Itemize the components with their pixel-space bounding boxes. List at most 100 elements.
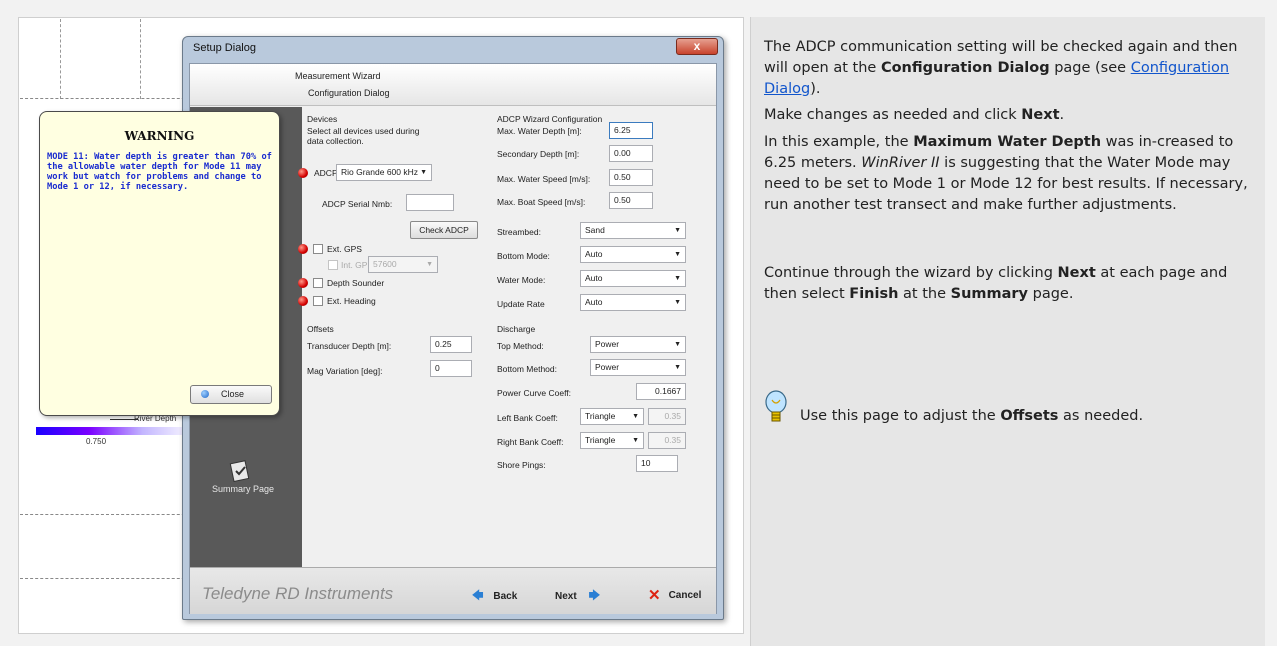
back-button[interactable]: 🡄 Back bbox=[472, 587, 517, 606]
grid-line bbox=[20, 98, 200, 99]
text-bold: Summary bbox=[950, 286, 1028, 302]
text-bold: Finish bbox=[849, 286, 899, 302]
streambed-select[interactable]: Sand ▼ bbox=[580, 222, 686, 239]
streambed-value: Sand bbox=[585, 225, 605, 235]
gps-baud-value: 57600 bbox=[373, 259, 397, 269]
bottom-mode-label: Bottom Mode: bbox=[497, 251, 550, 261]
window-close-button[interactable]: x bbox=[676, 38, 718, 55]
paragraph-continue: Continue through the wizard by clicking … bbox=[764, 263, 1255, 305]
wizard-config-heading: ADCP Wizard Configuration bbox=[497, 114, 603, 124]
boat-speed-input[interactable]: 0.50 bbox=[609, 192, 653, 209]
check-adcp-button[interactable]: Check ADCP bbox=[410, 221, 478, 239]
mag-variation-input[interactable]: 0 bbox=[430, 360, 472, 377]
wizard-title: Measurement Wizard bbox=[295, 71, 381, 81]
left-bank-label: Left Bank Coeff: bbox=[497, 413, 558, 423]
devices-heading: Devices bbox=[307, 114, 338, 124]
next-button[interactable]: Next 🡆 bbox=[555, 587, 600, 606]
text-run: page (see bbox=[1049, 60, 1131, 76]
water-mode-select[interactable]: Auto ▼ bbox=[580, 270, 686, 287]
text-run: Make changes as needed and click bbox=[764, 107, 1022, 123]
paragraph-intro: The ADCP communication setting will be c… bbox=[764, 37, 1255, 100]
back-arrow-icon: 🡄 bbox=[472, 590, 484, 602]
color-scale-label: 0.750 bbox=[86, 437, 107, 446]
right-bank-select[interactable]: Triangle ▼ bbox=[580, 432, 644, 449]
warning-popup: WARNING MODE 11: Water depth is greater … bbox=[39, 111, 280, 416]
bottom-method-select[interactable]: Power ▼ bbox=[590, 359, 686, 376]
chevron-down-icon: ▼ bbox=[674, 251, 681, 258]
text-run: as needed. bbox=[1058, 408, 1144, 424]
color-scale-bar bbox=[36, 427, 196, 435]
ext-gps-checkbox[interactable] bbox=[313, 244, 323, 254]
bottom-method-label: Bottom Method: bbox=[497, 364, 558, 374]
adcp-status-led-icon bbox=[298, 168, 308, 178]
warning-close-label: Close bbox=[221, 389, 245, 399]
adcp-select[interactable]: Rio Grande 600 kHz ▼ bbox=[336, 164, 432, 181]
transducer-depth-input[interactable]: 0.25 bbox=[430, 336, 472, 353]
text-run: In this example, the bbox=[764, 134, 914, 150]
int-gps-checkbox[interactable] bbox=[328, 260, 338, 270]
shore-pings-input[interactable]: 10 bbox=[636, 455, 678, 472]
left-bank-value: Triangle bbox=[585, 411, 616, 421]
top-method-select[interactable]: Power ▼ bbox=[590, 336, 686, 353]
sidebar-item-summary[interactable]: Summary Page bbox=[212, 484, 274, 494]
serial-label: ADCP Serial Nmb: bbox=[322, 199, 393, 209]
left-bank-select[interactable]: Triangle ▼ bbox=[580, 408, 644, 425]
right-bank-label: Right Bank Coeff: bbox=[497, 437, 564, 447]
chevron-down-icon: ▼ bbox=[674, 275, 681, 282]
power-curve-label: Power Curve Coeff: bbox=[497, 388, 572, 398]
right-bank-value: Triangle bbox=[585, 435, 616, 445]
shore-pings-label: Shore Pings: bbox=[497, 460, 546, 470]
brand-logo: Teledyne RD Instruments bbox=[202, 584, 394, 603]
power-curve-input[interactable]: 0.1667 bbox=[636, 383, 686, 400]
text-run: Continue through the wizard by clicking bbox=[764, 265, 1058, 281]
grid-line bbox=[60, 19, 61, 99]
text-italic: WinRiver II bbox=[861, 155, 940, 171]
ext-heading-checkbox[interactable] bbox=[313, 296, 323, 306]
text-bold: Next bbox=[1057, 265, 1096, 281]
ext-heading-label: Ext. Heading bbox=[327, 296, 376, 306]
update-rate-value: Auto bbox=[585, 297, 603, 307]
gps-baud-select[interactable]: 57600 ▼ bbox=[368, 256, 438, 273]
chevron-down-icon: ▼ bbox=[674, 227, 681, 234]
discharge-heading: Discharge bbox=[497, 324, 536, 334]
top-method-label: Top Method: bbox=[497, 341, 544, 351]
warning-close-button[interactable]: Close bbox=[190, 385, 272, 404]
adcp-select-value: Rio Grande 600 kHz bbox=[341, 167, 419, 177]
sounder-status-led-icon bbox=[298, 278, 308, 288]
wizard-page-title: Configuration Dialog bbox=[308, 88, 390, 98]
cancel-x-icon: ✕ bbox=[648, 587, 661, 604]
text-run: ). bbox=[810, 81, 821, 97]
text-run: at the bbox=[898, 286, 951, 302]
text-run: Use this page to adjust the bbox=[800, 408, 1001, 424]
secondary-depth-input[interactable]: 0.00 bbox=[609, 145, 653, 162]
water-speed-label: Max. Water Speed [m/s]: bbox=[497, 174, 591, 184]
help-text-cell: The ADCP communication setting will be c… bbox=[750, 17, 1265, 646]
window-title: Setup Dialog bbox=[193, 42, 256, 54]
paragraph-next: Make changes as needed and click Next. bbox=[764, 105, 1255, 126]
cancel-label: Cancel bbox=[668, 590, 702, 601]
bottom-mode-select[interactable]: Auto ▼ bbox=[580, 246, 686, 263]
text-bold: Configuration Dialog bbox=[880, 60, 1050, 76]
update-rate-select[interactable]: Auto ▼ bbox=[580, 294, 686, 311]
chevron-down-icon: ▼ bbox=[426, 261, 433, 268]
left-bank-coeff-input[interactable]: 0.35 bbox=[648, 408, 686, 425]
devices-note: Select all devices used during data coll… bbox=[307, 126, 420, 146]
cancel-button[interactable]: ✕ Cancel bbox=[648, 584, 702, 604]
grid-line bbox=[20, 514, 200, 515]
text-run: . bbox=[1059, 107, 1065, 123]
depth-sounder-label: Depth Sounder bbox=[327, 278, 385, 288]
right-bank-coeff-input[interactable]: 0.35 bbox=[648, 432, 686, 449]
max-depth-input[interactable]: 6.25 bbox=[609, 122, 653, 139]
wizard-header: Measurement Wizard Configuration Dialog bbox=[190, 64, 716, 106]
grid-line bbox=[140, 19, 141, 99]
next-arrow-icon: 🡆 bbox=[588, 590, 601, 602]
dialog-footer: Teledyne RD Instruments 🡄 Back Next 🡆 ✕ Can… bbox=[190, 567, 716, 614]
water-mode-value: Auto bbox=[585, 273, 603, 283]
water-speed-input[interactable]: 0.50 bbox=[609, 169, 653, 186]
transducer-depth-label: Transducer Depth [m]: bbox=[307, 341, 392, 351]
ext-gps-label: Ext. GPS bbox=[327, 244, 362, 254]
serial-input[interactable] bbox=[406, 194, 454, 211]
mag-variation-label: Mag Variation [deg]: bbox=[307, 366, 383, 376]
depth-sounder-checkbox[interactable] bbox=[313, 278, 323, 288]
boat-speed-label: Max. Boat Speed [m/s]: bbox=[497, 197, 586, 207]
